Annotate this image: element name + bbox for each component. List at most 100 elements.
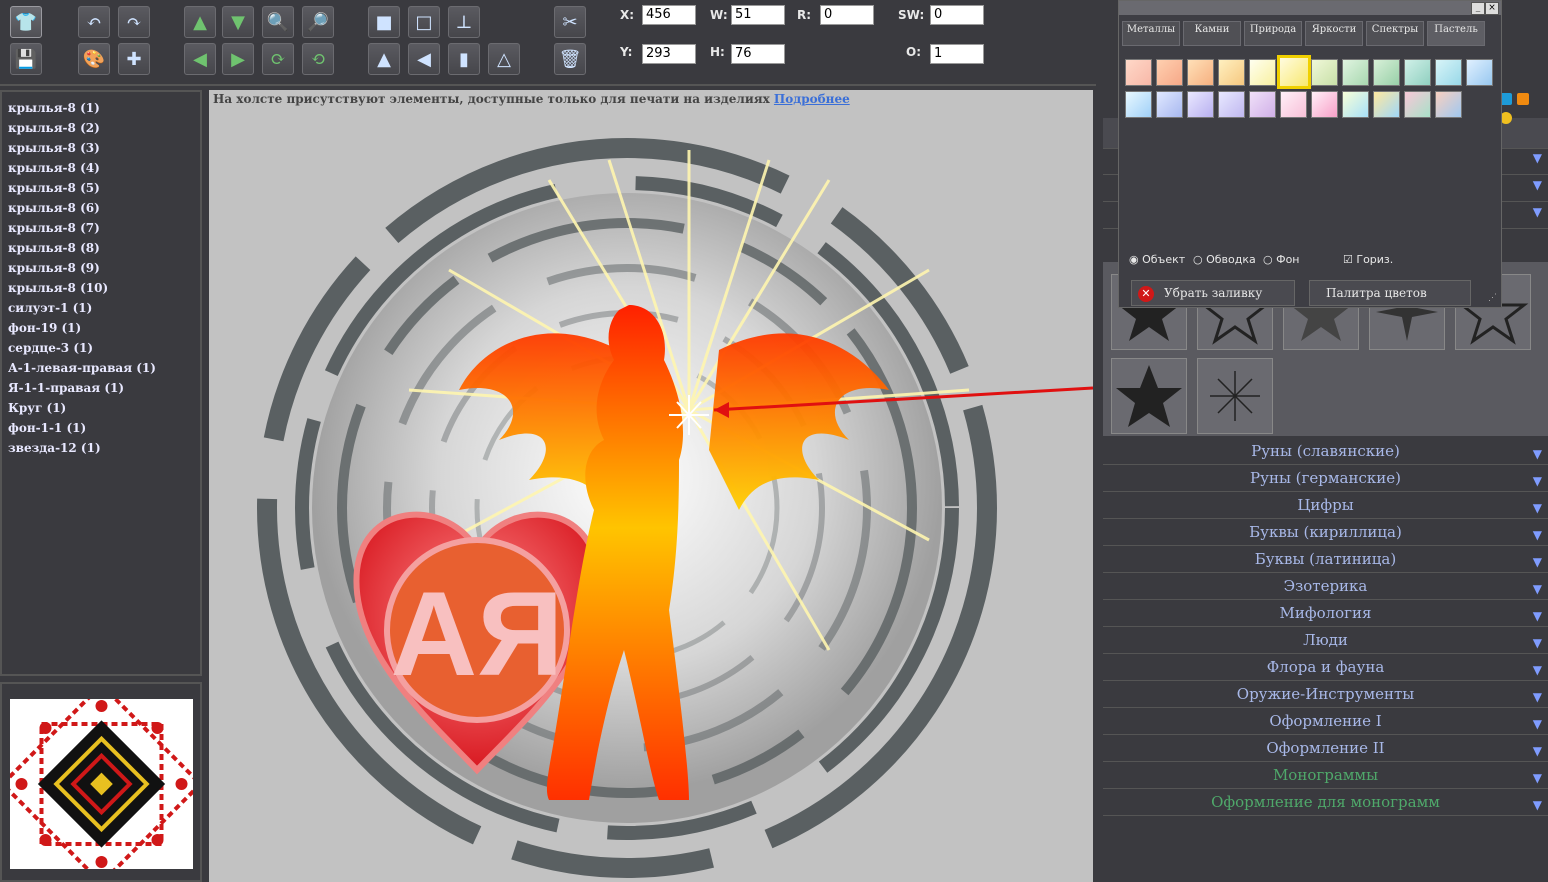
layer-item[interactable]: сердце-3 (1)	[2, 338, 200, 358]
star-shape-tile[interactable]	[1111, 358, 1187, 434]
shirt-icon[interactable]: 👕	[10, 6, 42, 38]
category-decor-2[interactable]: Оформление II ▼	[1103, 735, 1548, 762]
color-swatch[interactable]	[1404, 59, 1431, 86]
tab-spectra[interactable]: Спектры	[1366, 21, 1424, 46]
triangle-icon[interactable]: △	[488, 43, 520, 75]
star-shape-tile[interactable]	[1197, 358, 1273, 434]
category-monograms[interactable]: Монограммы ▼	[1103, 762, 1548, 789]
color-swatch[interactable]	[1280, 91, 1307, 118]
category-people[interactable]: Люди ▼	[1103, 627, 1548, 654]
o-input[interactable]: 1	[930, 44, 984, 64]
layer-item[interactable]: А-1-левая-правая (1)	[2, 358, 200, 378]
arrow-left-icon[interactable]: ◀	[184, 43, 216, 75]
layer-item[interactable]: крылья-8 (2)	[2, 118, 200, 138]
color-swatch[interactable]	[1277, 55, 1311, 89]
arrow-right-icon[interactable]: ▶	[222, 43, 254, 75]
tab-metals[interactable]: Металлы	[1122, 21, 1180, 46]
layer-item[interactable]: крылья-8 (1)	[2, 98, 200, 118]
color-swatch[interactable]	[1249, 59, 1276, 86]
redo-icon[interactable]: ↷	[118, 6, 150, 38]
category-mythology[interactable]: Мифология ▼	[1103, 600, 1548, 627]
align-icon[interactable]: ⊥	[448, 6, 480, 38]
color-swatch[interactable]	[1156, 59, 1183, 86]
save-icon[interactable]: 💾	[10, 43, 42, 75]
layer-item[interactable]: фон-19 (1)	[2, 318, 200, 338]
x-input[interactable]: 456	[642, 5, 696, 25]
color-swatch[interactable]	[1404, 91, 1431, 118]
category-runes-germanic[interactable]: Руны (германские) ▼	[1103, 465, 1548, 492]
layer-item[interactable]: крылья-8 (6)	[2, 198, 200, 218]
arrow-up-icon[interactable]: ▲	[184, 6, 216, 38]
category-runes-slavic[interactable]: Руны (славянские) ▼	[1103, 438, 1548, 465]
h-input[interactable]: 76	[731, 44, 785, 64]
color-swatch[interactable]	[1342, 59, 1369, 86]
social-icon[interactable]	[1517, 93, 1530, 105]
zoom-in-icon[interactable]: 🔍	[262, 6, 294, 38]
color-swatch[interactable]	[1156, 91, 1183, 118]
checkbox-horizontal[interactable]: ☑ Гориз.	[1343, 253, 1393, 266]
category-monogram-decor[interactable]: Оформление для монограмм ▼	[1103, 789, 1548, 816]
flip-vertical-icon[interactable]: ▲	[368, 43, 400, 75]
layer-item[interactable]: крылья-8 (3)	[2, 138, 200, 158]
layer-item[interactable]: крылья-8 (5)	[2, 178, 200, 198]
category-flora-fauna[interactable]: Флора и фауна ▼	[1103, 654, 1548, 681]
zoom-out-icon[interactable]: 🔎	[302, 6, 334, 38]
radio-outline[interactable]: ○ Обводка	[1193, 253, 1256, 266]
radio-background[interactable]: ○ Фон	[1263, 253, 1300, 266]
tab-nature[interactable]: Природа	[1244, 21, 1302, 46]
layer-item[interactable]: фон-1-1 (1)	[2, 418, 200, 438]
color-swatch[interactable]	[1342, 91, 1369, 118]
tab-pastel[interactable]: Пастель	[1427, 21, 1485, 46]
category-weapons-tools[interactable]: Оружие-Инструменты ▼	[1103, 681, 1548, 708]
category-esoteric[interactable]: Эзотерика ▼	[1103, 573, 1548, 600]
arrow-down-icon[interactable]: ▼	[222, 6, 254, 38]
layer-item[interactable]: звезда-12 (1)	[2, 438, 200, 458]
minimize-icon[interactable]: _	[1471, 2, 1485, 15]
y-input[interactable]: 293	[642, 44, 696, 64]
color-swatch[interactable]	[1218, 59, 1245, 86]
bring-front-icon[interactable]: ■	[368, 6, 400, 38]
remove-fill-button[interactable]: ✕ Убрать заливку	[1131, 280, 1295, 306]
rotate-ccw-icon[interactable]: ⟲	[302, 43, 334, 75]
trash-icon[interactable]: 🗑	[554, 43, 586, 75]
color-swatch[interactable]	[1435, 59, 1462, 86]
layer-item[interactable]: крылья-8 (4)	[2, 158, 200, 178]
close-icon[interactable]: ×	[1485, 2, 1499, 15]
tools-icon[interactable]: ✂	[554, 6, 586, 38]
flip-horizontal-icon[interactable]: ◀	[408, 43, 440, 75]
r-input[interactable]: 0	[820, 5, 874, 25]
color-swatch[interactable]	[1373, 59, 1400, 86]
layer-item[interactable]: крылья-8 (10)	[2, 278, 200, 298]
layer-item[interactable]: Я-1-1-правая (1)	[2, 378, 200, 398]
add-image-icon[interactable]: ✚	[118, 43, 150, 75]
undo-icon[interactable]: ↶	[78, 6, 110, 38]
tab-stones[interactable]: Камни	[1183, 21, 1241, 46]
layer-item[interactable]: крылья-8 (9)	[2, 258, 200, 278]
tab-brightness[interactable]: Яркости	[1305, 21, 1363, 46]
layer-item[interactable]: силуэт-1 (1)	[2, 298, 200, 318]
color-swatch[interactable]	[1125, 91, 1152, 118]
color-swatch[interactable]	[1466, 59, 1493, 86]
category-cyrillic[interactable]: Буквы (кириллица) ▼	[1103, 519, 1548, 546]
rotate-cw-icon[interactable]: ⟳	[262, 43, 294, 75]
color-swatch[interactable]	[1373, 91, 1400, 118]
color-swatch[interactable]	[1249, 91, 1276, 118]
design-canvas[interactable]: На холсте присутствуют элементы, доступн…	[209, 90, 1093, 882]
sw-input[interactable]: 0	[930, 5, 984, 25]
color-palette-button[interactable]: Палитра цветов	[1309, 280, 1471, 306]
color-swatch[interactable]	[1187, 59, 1214, 86]
color-swatch[interactable]	[1435, 91, 1462, 118]
layer-item[interactable]: крылья-8 (8)	[2, 238, 200, 258]
layer-item[interactable]: Круг (1)	[2, 398, 200, 418]
color-swatch[interactable]	[1125, 59, 1152, 86]
center-icon[interactable]: ▮	[448, 43, 480, 75]
color-swatch[interactable]	[1311, 91, 1338, 118]
category-latin[interactable]: Буквы (латиница) ▼	[1103, 546, 1548, 573]
palette-icon[interactable]: 🎨	[78, 43, 110, 75]
color-swatch[interactable]	[1311, 59, 1338, 86]
resize-handle-icon[interactable]: ⋰	[1488, 293, 1497, 303]
category-digits[interactable]: Цифры ▼	[1103, 492, 1548, 519]
w-input[interactable]: 51	[731, 5, 785, 25]
radio-object[interactable]: ◉ Объект	[1129, 253, 1185, 266]
layer-item[interactable]: крылья-8 (7)	[2, 218, 200, 238]
